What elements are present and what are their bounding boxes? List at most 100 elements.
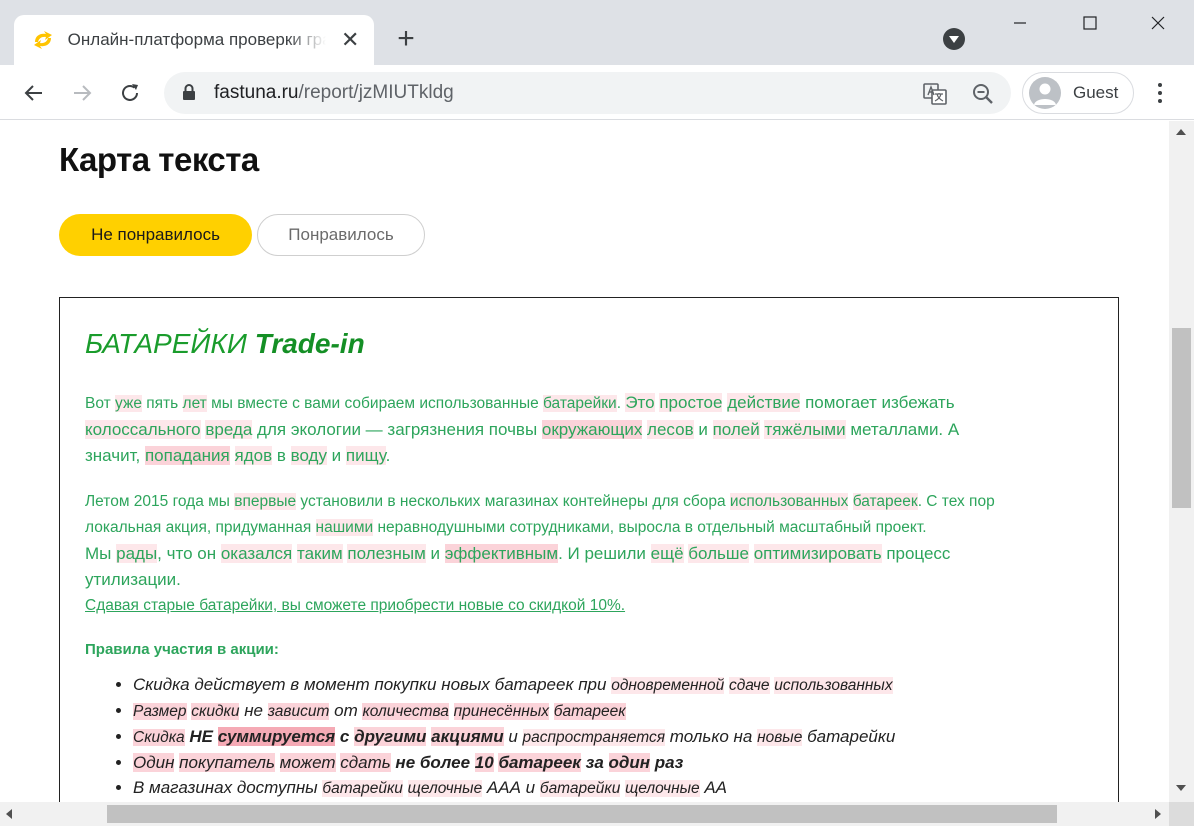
address-bar[interactable]: fastuna.ru/report/jzMIUTkldg	[164, 72, 1011, 114]
rule-item: В магазинах доступны батарейки щелочные …	[133, 775, 1094, 801]
highlighted-word: батарейки	[543, 395, 617, 412]
scroll-left-icon[interactable]	[6, 809, 12, 819]
plain-text: от	[329, 701, 363, 720]
maximize-icon[interactable]	[1056, 0, 1124, 46]
vertical-scroll-thumb[interactable]	[1172, 328, 1191, 508]
horizontal-scroll-thumb[interactable]	[107, 805, 1057, 823]
paragraph-1-line-2: колоссального вреда для экологии — загря…	[85, 417, 1094, 443]
plain-text: для экологии — загрязнения почвы	[252, 420, 542, 439]
plain-text: значит,	[85, 446, 145, 465]
highlighted-word: Это	[625, 393, 655, 412]
highlighted-word: батареек	[498, 753, 581, 772]
scroll-right-icon[interactable]	[1155, 809, 1161, 819]
discount-link[interactable]: Сдавая старые батарейки, вы сможете прио…	[85, 593, 1094, 619]
highlighted-word: Скидка	[133, 729, 185, 746]
plain-text: за	[585, 753, 604, 772]
plain-text: батарейки	[802, 727, 896, 746]
rule-item: Размер скидки не зависит от количества п…	[133, 698, 1094, 724]
url-path: /report/jzMIUTkldg	[298, 82, 454, 103]
guest-avatar-icon	[1029, 77, 1061, 109]
highlighted-word: использованных	[774, 677, 893, 694]
plain-text: , что он	[157, 544, 221, 563]
forward-arrow-icon[interactable]	[64, 75, 100, 111]
horizontal-scrollbar[interactable]	[0, 802, 1169, 826]
doc-heading-regular: БАТАРЕЙКИ	[85, 328, 255, 359]
plain-text: установили в нескольких магазинах контей…	[296, 493, 730, 510]
back-arrow-icon[interactable]	[16, 75, 52, 111]
highlighted-word: полезным	[347, 544, 426, 563]
reload-icon[interactable]	[112, 75, 148, 111]
plain-text	[749, 544, 754, 563]
plain-text	[449, 701, 454, 720]
plain-text: ААА и	[482, 778, 540, 797]
plain-text: и	[693, 420, 713, 439]
translate-icon[interactable]	[922, 81, 948, 107]
browser-toolbar: fastuna.ru/report/jzMIUTkldg Guest	[0, 65, 1194, 120]
plain-text: Летом 2015 года мы	[85, 493, 235, 510]
tab-strip: Онлайн-платформа проверки грамматики ✕ +	[0, 0, 1194, 65]
scrollbar-corner	[1169, 802, 1194, 826]
plain-text: металлами. А	[845, 420, 960, 439]
highlighted-word: лет	[182, 395, 207, 412]
highlighted-word: нашими	[315, 519, 374, 536]
highlighted-word: пищу	[345, 446, 386, 465]
highlighted-word: ядов	[234, 446, 273, 465]
dislike-button[interactable]: Не понравилось	[59, 214, 252, 256]
tab-close-icon[interactable]: ✕	[338, 27, 362, 52]
doc-heading-bold: Trade-in	[254, 328, 365, 359]
paragraph-2-line-4: утилизации.	[85, 567, 1094, 593]
tab-title: Онлайн-платформа проверки грамматики	[67, 30, 327, 49]
paragraph-2-line-1: Летом 2015 года мы впервые установили в …	[85, 489, 1094, 515]
plain-text: пять	[141, 395, 183, 412]
rules-list: Скидка действует в момент покупки новых …	[133, 672, 1094, 801]
plain-text: . И решили	[558, 544, 651, 563]
browser-window: Онлайн-платформа проверки грамматики ✕ +	[0, 0, 1194, 826]
plain-text: НЕ	[189, 727, 213, 746]
plain-text: неравнодушными сотрудниками, выросла в о…	[373, 519, 927, 536]
like-button[interactable]: Понравилось	[257, 214, 425, 256]
lock-icon[interactable]	[182, 83, 196, 106]
highlighted-word: батареек	[553, 703, 626, 720]
scroll-up-icon[interactable]	[1176, 129, 1186, 135]
rules-heading: Правила участия в акции:	[85, 641, 279, 658]
highlighted-word: простое	[659, 393, 723, 412]
highlighted-word: щелочные	[625, 780, 700, 797]
highlighted-word: суммируется	[217, 727, 336, 746]
highlighted-word: сдаче	[728, 677, 770, 694]
plain-text: и	[326, 446, 346, 465]
browser-tab[interactable]: Онлайн-платформа проверки грамматики ✕	[14, 15, 374, 65]
highlighted-word: полей	[712, 420, 760, 439]
doc-heading: БАТАРЕЙКИ Trade-in	[85, 328, 1094, 360]
tab-search-icon[interactable]	[943, 28, 965, 50]
highlighted-word: один	[608, 753, 651, 772]
plain-text: и	[503, 727, 523, 746]
browser-menu-icon[interactable]	[1148, 77, 1172, 109]
plain-text	[230, 446, 235, 465]
zoom-out-icon[interactable]	[970, 81, 996, 107]
highlighted-word: действие	[727, 393, 801, 412]
highlighted-word: воду	[290, 446, 327, 465]
vertical-scrollbar[interactable]	[1169, 121, 1194, 802]
highlighted-word: ещё	[650, 544, 684, 563]
window-close-icon[interactable]	[1124, 0, 1192, 46]
highlighted-word: окружающих	[541, 420, 643, 439]
highlighted-word: Размер	[133, 703, 187, 720]
highlighted-word: может	[279, 753, 336, 772]
highlighted-word: покупатель	[179, 753, 275, 772]
plain-text: .	[385, 446, 391, 465]
new-tab-icon[interactable]: +	[392, 22, 420, 55]
fastuna-logo-icon	[30, 27, 56, 53]
minimize-icon[interactable]	[986, 0, 1054, 46]
plain-text: не более	[395, 753, 471, 772]
paragraph-2-line-3: Мы рады, что он оказался таким полезным …	[85, 541, 1094, 567]
highlighted-word: уже	[115, 395, 142, 412]
url-text[interactable]: fastuna.ru/report/jzMIUTkldg	[214, 82, 454, 104]
scroll-down-icon[interactable]	[1176, 785, 1186, 791]
plain-text: помогает избежать	[800, 393, 955, 412]
highlighted-word: 10	[474, 753, 494, 772]
profile-button[interactable]: Guest	[1022, 72, 1134, 114]
plain-text: не	[239, 701, 268, 720]
rule-item: Скидка действует в момент покупки новых …	[133, 672, 1094, 698]
plain-text: Вот	[85, 395, 116, 412]
highlighted-word: другими	[354, 727, 427, 746]
